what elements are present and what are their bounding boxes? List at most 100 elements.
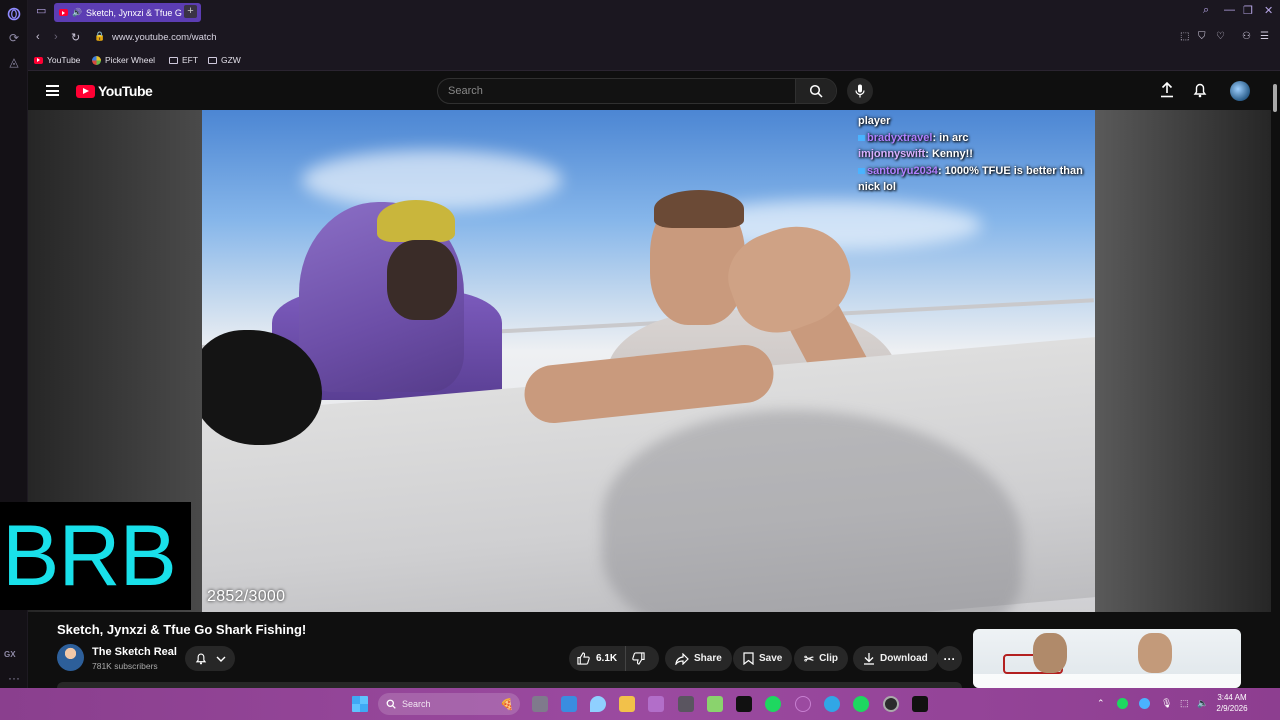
game-app-icon[interactable] [912, 696, 928, 712]
thumbnail-person [1033, 633, 1067, 673]
youtube-icon [34, 56, 43, 64]
youtube-logo[interactable]: YouTube [76, 83, 153, 99]
network-icon[interactable]: ⬚ [1180, 698, 1189, 709]
voice-search-button[interactable] [847, 78, 873, 104]
thumbs-down-icon [632, 652, 645, 665]
edge-icon[interactable] [824, 696, 840, 712]
dislike-button[interactable] [626, 652, 645, 665]
recommended-video-thumbnail[interactable] [973, 629, 1241, 688]
bookmark-label: YouTube [47, 55, 81, 65]
page-scrollbar[interactable] [1273, 84, 1277, 112]
search-icon [386, 699, 396, 709]
windows-start-icon[interactable] [352, 696, 368, 712]
tray-app-icon[interactable] [1139, 698, 1150, 709]
bookmark-picker-wheel[interactable]: Picker Wheel [92, 55, 155, 65]
menu-icon[interactable]: ☰ [1260, 31, 1269, 42]
restore-icon[interactable]: ❐ [1243, 4, 1253, 17]
channel-name[interactable]: The Sketch Real [92, 646, 177, 658]
person-face-left [387, 240, 457, 320]
back-icon[interactable]: ‹ [36, 31, 40, 43]
url-field[interactable]: www.youtube.com/watch [112, 32, 217, 43]
speaker-icon[interactable]: 🔊 [72, 8, 82, 17]
tab-title: Sketch, Jynxzi & Tfue G [85, 7, 182, 18]
player-letterbox-right [1095, 110, 1271, 612]
shield-icon[interactable]: ⛉ [1198, 31, 1206, 42]
widgets-icon[interactable] [561, 696, 577, 712]
search-input[interactable] [438, 79, 795, 103]
save-button[interactable]: Save [733, 646, 793, 671]
forward-icon[interactable]: › [54, 31, 58, 43]
download-button[interactable]: Download [853, 646, 938, 671]
spotify-icon[interactable] [853, 696, 869, 712]
bookmark-label: EFT [182, 55, 199, 65]
youtube-favicon-icon [59, 9, 68, 16]
bookmark-eft[interactable]: EFT [169, 55, 198, 65]
close-window-icon[interactable]: ✕ [1264, 4, 1273, 17]
new-tab-button[interactable]: + [184, 5, 197, 18]
video-player[interactable]: player bradyxtravel: in arc imjonnyswift… [202, 110, 1095, 612]
obs-icon[interactable] [883, 696, 899, 712]
subscriber-count: 781K subscribers [92, 661, 158, 671]
app-icon[interactable] [795, 696, 811, 712]
youtube-header: YouTube [28, 72, 1280, 110]
file-explorer-icon[interactable] [619, 696, 635, 712]
app-grid-icon[interactable] [648, 696, 664, 712]
download-icon [864, 653, 874, 665]
youtube-logo-text: YouTube [98, 83, 153, 99]
system-clock[interactable]: 3:44 AM 2/9/2026 [1211, 692, 1253, 714]
clip-button[interactable]: ✂ Clip [794, 646, 848, 671]
chevron-down-icon [216, 656, 225, 662]
droplet-app-icon[interactable] [590, 696, 606, 712]
chat-line: santoryu2034: 1000% TFUE is better than … [858, 164, 1083, 193]
lock-icon[interactable]: 🔒 [94, 31, 105, 42]
tab-youtube-video[interactable]: 🔊 Sketch, Jynxzi & Tfue G [54, 3, 201, 22]
chat-line: bradyxtravel: in arc [858, 130, 1093, 147]
channel-avatar[interactable] [57, 644, 84, 671]
snapshot-icon[interactable]: ⬚ [1180, 31, 1189, 42]
tab-list-icon[interactable]: ▭ [36, 4, 46, 17]
sync-icon[interactable]: ⟳ [6, 30, 22, 46]
opera-gx-logo-icon[interactable] [6, 6, 22, 22]
subscribe-notifications-button[interactable] [185, 646, 235, 671]
ai-assistant-icon[interactable]: ◬ [6, 54, 22, 70]
taskbar-search[interactable]: Search 🍕 [378, 693, 520, 715]
thumbnail-person [1138, 633, 1172, 673]
terminal-icon[interactable] [678, 696, 694, 712]
more-actions-button[interactable]: ··· [937, 646, 962, 671]
stream-chat-overlay: player bradyxtravel: in arc imjonnyswift… [858, 113, 1093, 196]
reload-icon[interactable]: ↻ [71, 31, 80, 44]
account-avatar[interactable] [1230, 81, 1250, 101]
address-bar: ‹ › ↻ 🔒 www.youtube.com/watch ⬚ ⛉ ♡ ⚇ ☰ [28, 25, 1280, 50]
task-view-icon[interactable] [532, 696, 548, 712]
spotify-icon[interactable] [765, 696, 781, 712]
search-button[interactable] [795, 79, 836, 103]
upload-icon[interactable] [1160, 81, 1174, 103]
gx-corner-badge[interactable]: GX [4, 650, 16, 659]
taskbar-search-label: Search [402, 699, 431, 709]
minimize-icon[interactable]: — [1224, 4, 1235, 16]
chat-line: player [858, 115, 891, 127]
heart-icon[interactable]: ♡ [1216, 31, 1225, 42]
microphone-tray-icon[interactable]: 🎙 [1161, 698, 1172, 709]
like-button[interactable]: 6.1K [569, 646, 627, 671]
like-count: 6.1K [596, 653, 618, 664]
more-icon[interactable]: ··· [6, 670, 22, 686]
bookmark-youtube[interactable]: YouTube [34, 55, 80, 65]
share-label: Share [694, 653, 722, 664]
person-hair [654, 190, 744, 228]
guide-menu-icon[interactable] [46, 85, 59, 96]
volume-icon[interactable]: 🔈 [1197, 698, 1208, 709]
profile-icon[interactable]: ⚇ [1242, 31, 1251, 42]
tray-spotify-icon[interactable] [1117, 698, 1128, 709]
microphone-icon [855, 84, 865, 98]
tray-overflow-icon[interactable]: ⌃ [1097, 698, 1105, 709]
capcut-icon[interactable] [736, 696, 752, 712]
share-button[interactable]: Share [665, 646, 732, 671]
chat-line: imjonnyswift: Kenny!! [858, 148, 973, 160]
search-tabs-icon[interactable]: ⌕ [1203, 4, 1209, 17]
bookmark-gzw[interactable]: GZW [208, 55, 241, 65]
notifications-bell-icon[interactable] [1193, 82, 1207, 103]
bookmark-label: GZW [221, 55, 241, 65]
pizza-icon: 🍕 [500, 698, 514, 711]
notepad-icon[interactable] [707, 696, 723, 712]
